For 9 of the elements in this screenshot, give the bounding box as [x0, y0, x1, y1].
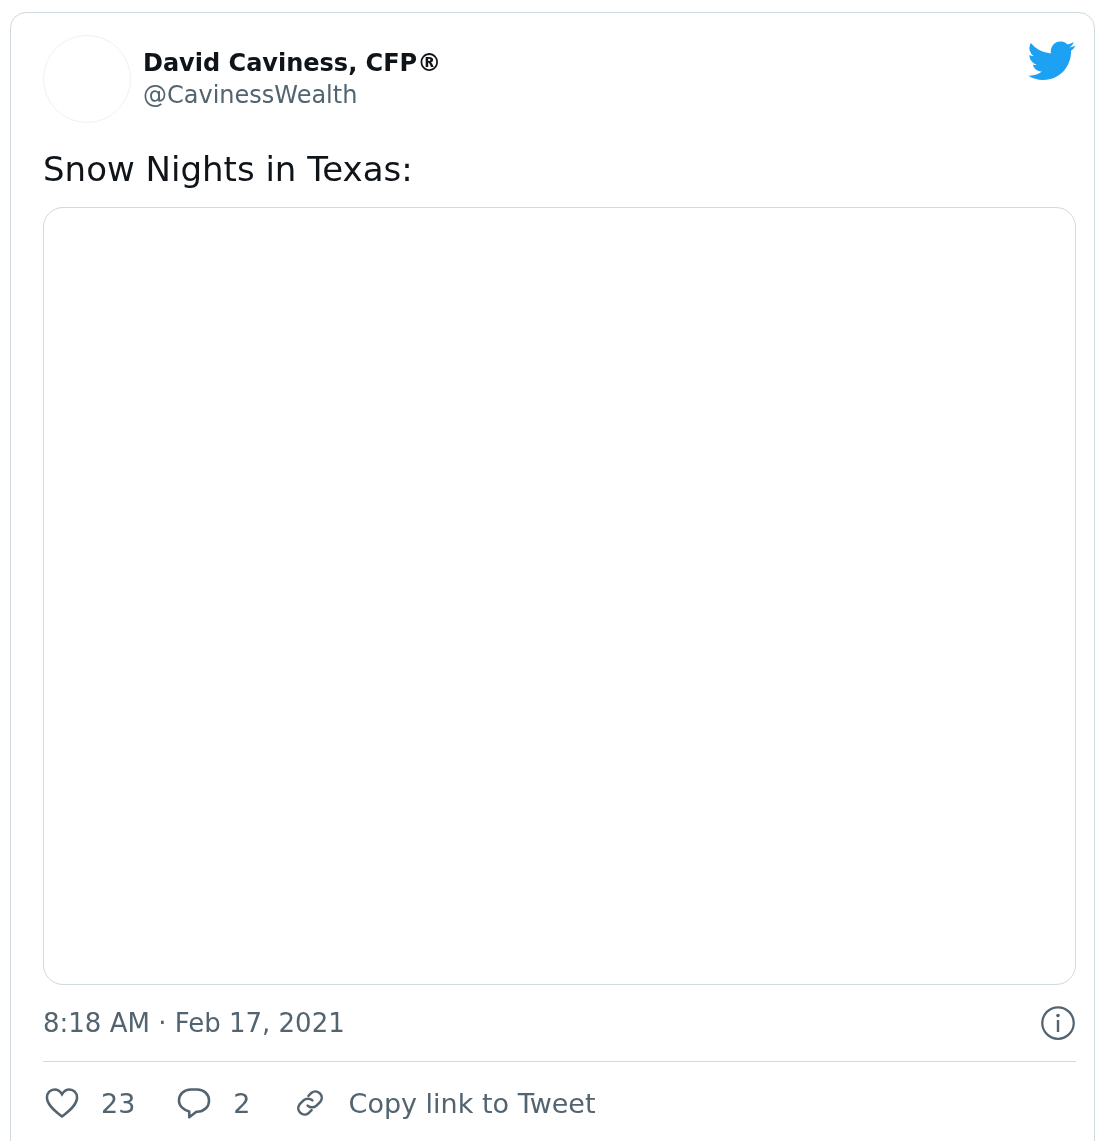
action-label[interactable]: Copy link to Tweet: [348, 1087, 596, 1119]
info-icon[interactable]: [1040, 1005, 1076, 1041]
bird-icon[interactable]: [1028, 41, 1076, 81]
author-name[interactable]: David Caviness, CFP®: [143, 49, 1016, 77]
tweet-text: Snow Nights in Texas:: [43, 149, 414, 189]
action-label[interactable]: 2: [233, 1087, 251, 1119]
action-label[interactable]: 23: [101, 1087, 136, 1119]
timestamp[interactable]: 8:18 AM · Feb 17, 2021: [43, 1008, 345, 1038]
author-handle[interactable]: @CavinessWealth: [143, 81, 1016, 109]
